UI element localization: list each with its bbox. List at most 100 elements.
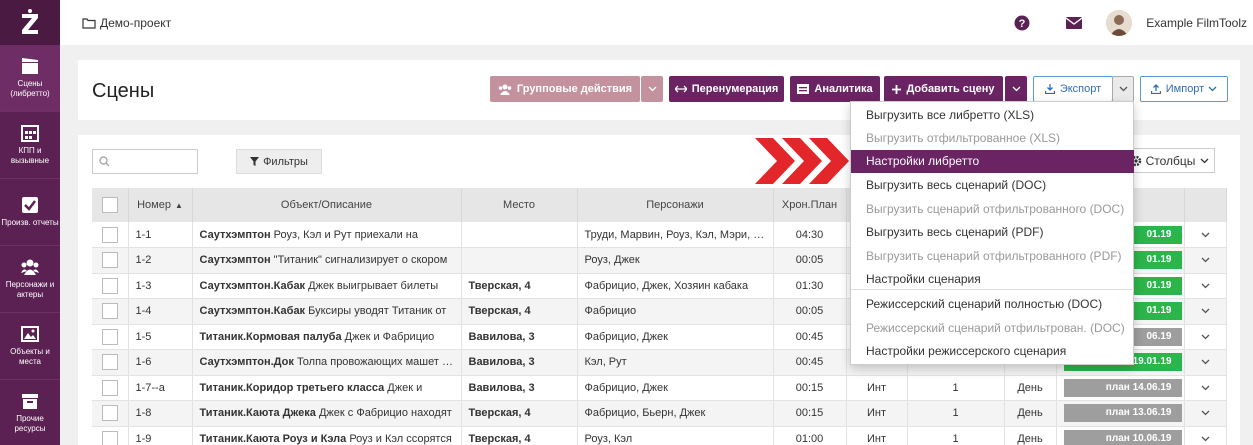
row-select-cell[interactable]	[92, 426, 129, 445]
row-checkbox[interactable]	[101, 303, 118, 320]
table-row[interactable]: 1-7--а Титаник.Коридор третьего класса Дж…	[92, 375, 1227, 401]
group-actions-dropdown[interactable]	[641, 76, 663, 102]
scene-time: 01:00	[773, 426, 847, 445]
scene-description[interactable]: Саутхэмптон "Титаник" сигнализирует о ск…	[192, 247, 462, 274]
row-checkbox[interactable]	[101, 226, 118, 243]
scene-description[interactable]: Титаник.Каюта Роуз и Кэла Роуз и Кэл ссо…	[192, 426, 462, 445]
table-row[interactable]: 1-9 Титаник.Каюта Роуз и Кэла Роуз и Кэл …	[92, 426, 1227, 445]
scene-description[interactable]: Титаник.Кормовая палуба Джек и Фабрицио	[192, 324, 462, 350]
export-button[interactable]: Экспорт	[1033, 76, 1113, 102]
sidebar-item-schedule[interactable]: КПП и вызывные	[0, 112, 60, 179]
row-select-cell[interactable]	[92, 349, 129, 376]
scene-description[interactable]: Саутхэмптон.Док Толпа провожающих машет …	[192, 349, 462, 376]
envelope-icon	[1066, 16, 1083, 29]
filters-button[interactable]: Фильтры	[236, 149, 322, 174]
export-menu-item[interactable]: Настройки либретто	[851, 150, 1134, 173]
column-header-description[interactable]: Объект/Описание	[192, 188, 462, 222]
chevron-down-icon[interactable]	[1201, 283, 1210, 289]
scene-description[interactable]: Титаник.Коридор третьего класса Джек и	[192, 375, 462, 401]
scene-description[interactable]: Титаник.Каюта Джека Джек с Фабрицио нахо…	[192, 400, 462, 427]
row-select-cell[interactable]	[92, 222, 129, 248]
chevron-down-icon[interactable]	[1201, 232, 1210, 238]
row-checkbox[interactable]	[101, 252, 118, 269]
table-row[interactable]: 1-8 Титаник.Каюта Джека Джек с Фабрицио н…	[92, 400, 1227, 427]
scene-description[interactable]: Саутхэмптон.Кабак Джек выигрывает билеты	[192, 273, 462, 299]
row-select-cell[interactable]	[92, 400, 129, 427]
select-all-checkbox[interactable]	[101, 197, 118, 213]
export-menu-item[interactable]: Настройки режиссерского сценария	[851, 340, 1134, 363]
column-header-number[interactable]: Номер ▲	[128, 188, 193, 222]
analytics-icon	[797, 84, 810, 94]
column-header-place[interactable]: Место	[461, 188, 578, 222]
scene-status-cell: план 13.06.19	[1056, 400, 1185, 427]
messages-button[interactable]	[1048, 16, 1100, 29]
row-select-cell[interactable]	[92, 298, 129, 325]
row-expand-cell[interactable]	[1184, 222, 1227, 248]
scene-characters: Фабрицио, Джек	[577, 375, 774, 401]
help-button[interactable]: ?	[996, 15, 1048, 31]
export-dropdown-toggle[interactable]	[1112, 76, 1134, 102]
row-checkbox[interactable]	[101, 277, 118, 294]
columns-label: Столбцы	[1145, 153, 1196, 168]
scene-description[interactable]: Саутхэмптон Роуз, Кэл и Рут приехали на	[192, 222, 462, 248]
import-button[interactable]: Импорт	[1140, 76, 1228, 102]
row-select-cell[interactable]	[92, 324, 129, 350]
row-select-cell[interactable]	[92, 375, 129, 401]
group-actions-button[interactable]: Групповые действия	[490, 76, 640, 102]
scene-desc-text: Роуз и Кэл ссорятся	[346, 432, 452, 445]
scene-description[interactable]: Саутхэмптон.Кабак Буксиры уводят Титаник…	[192, 298, 462, 325]
add-scene-button[interactable]: Добавить сцену	[884, 76, 1003, 102]
row-expand-cell[interactable]	[1184, 298, 1227, 325]
project-link[interactable]: Демо-проект	[82, 16, 171, 30]
chevron-down-icon[interactable]	[1201, 385, 1210, 391]
chevron-down-icon[interactable]	[1201, 334, 1210, 340]
user-name[interactable]: Example FilmToolz	[1146, 16, 1247, 30]
row-checkbox[interactable]	[101, 379, 118, 396]
export-menu-item[interactable]: Режиссерский сценарий полностью (DOC)	[851, 293, 1134, 316]
sidebar-item-reports[interactable]: Произв. отчеты	[0, 179, 60, 246]
row-checkbox[interactable]	[101, 328, 118, 345]
app-logo[interactable]	[0, 0, 60, 45]
chevron-down-icon[interactable]	[1201, 410, 1210, 416]
row-checkbox[interactable]	[101, 354, 118, 371]
search-input[interactable]	[92, 149, 198, 174]
add-scene-dropdown[interactable]	[1005, 76, 1027, 102]
row-expand-cell[interactable]	[1184, 400, 1227, 427]
export-menu-item[interactable]: Выгрузить весь сценарий (DOC)	[851, 174, 1134, 197]
columns-button[interactable]: Столбцы	[1124, 148, 1215, 173]
scene-place	[461, 247, 578, 274]
select-all-cell[interactable]	[92, 188, 129, 222]
row-expand-cell[interactable]	[1184, 349, 1227, 376]
renumber-button[interactable]: Перенумерация	[669, 76, 784, 102]
chevron-down-icon[interactable]	[1201, 308, 1210, 314]
row-checkbox[interactable]	[101, 430, 118, 445]
export-menu-item[interactable]: Настройки сценария	[851, 268, 1134, 291]
export-menu-item[interactable]: Выгрузить весь сценарий (PDF)	[851, 221, 1134, 244]
svg-text:?: ?	[1019, 18, 1026, 30]
people-icon	[21, 259, 39, 275]
row-expand-cell[interactable]	[1184, 375, 1227, 401]
row-expand-cell[interactable]	[1184, 426, 1227, 445]
row-expand-cell[interactable]	[1184, 273, 1227, 299]
sidebar-item-characters[interactable]: Персонажи и актеры	[0, 246, 60, 313]
row-select-cell[interactable]	[92, 273, 129, 299]
export-menu-item[interactable]: Выгрузить все либретто (XLS)	[851, 104, 1134, 127]
sidebar-item-other-resources[interactable]: Прочие ресурсы	[0, 380, 60, 445]
sidebar-item-locations[interactable]: Объекты и места	[0, 313, 60, 380]
row-expand-cell[interactable]	[1184, 247, 1227, 274]
scene-number: 1-9	[128, 426, 193, 445]
row-checkbox[interactable]	[101, 405, 118, 422]
scene-object: Титаник.Каюта Роуз и Кэла	[199, 432, 347, 445]
column-header-time[interactable]: Хрон.План	[773, 188, 847, 222]
chevron-down-icon[interactable]	[1201, 436, 1210, 442]
column-header-characters[interactable]: Персонажи	[577, 188, 774, 222]
avatar[interactable]	[1106, 9, 1133, 36]
sidebar-item-scenes[interactable]: Сцены (либретто)	[0, 45, 60, 112]
row-select-cell[interactable]	[92, 247, 129, 274]
row-expand-cell[interactable]	[1184, 324, 1227, 350]
scene-status-cell: план 14.06.19	[1056, 375, 1185, 401]
analytics-button[interactable]: Аналитика	[790, 76, 880, 102]
chevron-down-icon[interactable]	[1201, 257, 1210, 263]
export-dropdown-menu: Выгрузить все либретто (XLS) Выгрузить от…	[850, 101, 1134, 365]
chevron-down-icon[interactable]	[1201, 359, 1210, 365]
